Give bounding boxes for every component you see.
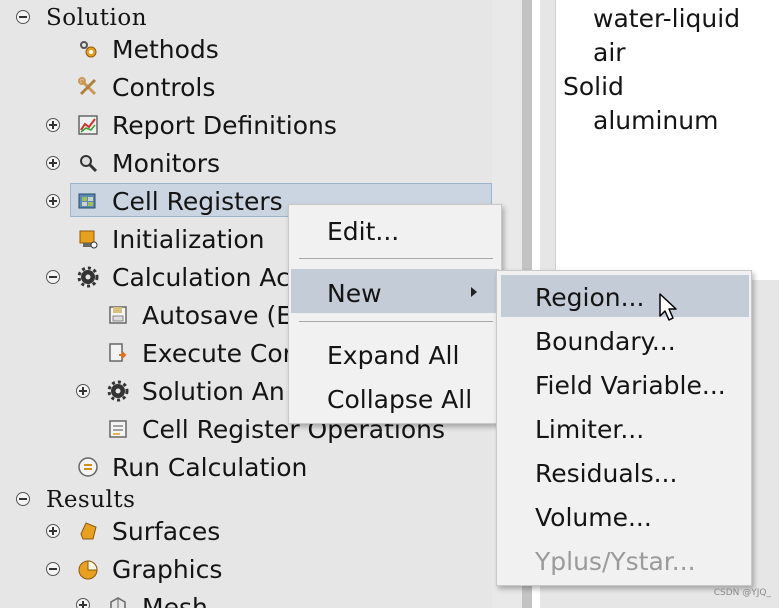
collapse-results-toggle[interactable] [16,492,30,506]
collapse-calculation-activities-toggle[interactable] [46,270,60,284]
tree-item-label: Cell Registers [112,186,283,216]
tree-item-autosave[interactable]: Autosave (E [142,298,292,332]
menu-separator [299,321,493,322]
tree-item-label: Methods [112,34,219,64]
tree-item-label: Execute Cor [142,338,293,368]
cell-registers-icon [78,193,96,209]
tree-item-label: Results [46,487,136,513]
list-item[interactable]: air [593,38,626,67]
tree-item-methods[interactable]: Methods [112,32,219,66]
tree-item-label: Surfaces [112,516,221,546]
run-calculation-icon [78,457,98,477]
tree-item-calculation-activities[interactable]: Calculation Ac [112,260,290,294]
execute-commands-icon [109,343,127,362]
collapse-graphics-toggle[interactable] [46,562,60,576]
tree-item-label: Solution An [142,376,285,406]
context-menu: Edit... New Expand All Collapse All [288,204,502,424]
tree-item-monitors[interactable]: Monitors [112,146,220,180]
tree-item-report-definitions[interactable]: Report Definitions [112,108,337,142]
tree-item-graphics[interactable]: Graphics [112,552,222,586]
submenu-item-volume[interactable]: Volume... [535,503,652,532]
expand-solution-animations-toggle[interactable] [76,384,90,398]
list-item[interactable]: Solid [563,72,624,101]
menu-item-collapse-all[interactable]: Collapse All [327,385,472,414]
floppy-disk-icon [109,306,127,324]
tree-item-results[interactable]: Results [46,483,135,517]
expand-monitors-toggle[interactable] [46,156,60,170]
report-definitions-icon [78,115,98,135]
initialization-icon [79,230,98,249]
list-item[interactable]: water-liquid [593,4,740,33]
submenu-item-field-variable[interactable]: Field Variable... [535,371,726,400]
menu-item-edit[interactable]: Edit... [327,217,399,246]
menu-separator [299,258,493,259]
submenu-item-limiter[interactable]: Limiter... [535,415,644,444]
gear-icon [77,266,99,288]
menu-item-new-highlight [291,269,499,313]
watermark: CSDN @YJQ_ [713,588,771,598]
tree-item-cell-registers[interactable]: Cell Registers [112,184,283,218]
tree-item-label: Initialization [112,224,265,254]
submenu-item-region[interactable]: Region... [535,283,644,312]
tree-item-label: Solution [46,5,148,31]
expand-surfaces-toggle[interactable] [46,524,60,538]
tree-item-label: Graphics [112,554,223,584]
tree-item-label: Calculation Ac [112,262,290,292]
tree-item-label: Controls [112,72,216,102]
tree-item-solution-animations[interactable]: Solution An [142,374,285,408]
mouse-cursor-icon [659,293,677,321]
materials-list[interactable]: water-liquid air Solid aluminum [555,0,779,280]
collapse-solution-toggle[interactable] [16,10,30,24]
menu-item-new[interactable]: New [327,279,382,308]
tree-item-run-calculation[interactable]: Run Calculation [112,450,307,484]
magnifier-icon [80,155,98,173]
tree-item-solution[interactable]: Solution [46,1,147,35]
new-submenu: Region... Boundary... Field Variable... … [496,270,752,586]
controls-icon [78,77,97,96]
submenu-arrow-icon [471,287,477,297]
tree-item-initialization[interactable]: Initialization [112,222,264,256]
tree-item-label: Report Definitions [112,110,337,140]
menu-item-expand-all[interactable]: Expand All [327,341,459,370]
tree-item-label: Autosave (E [142,300,293,330]
tree-item-execute-commands[interactable]: Execute Cor [142,336,293,370]
tree-item-surfaces[interactable]: Surfaces [112,514,220,548]
tree-item-label: Run Calculation [112,452,308,482]
pie-chart-icon [78,560,98,580]
submenu-item-boundary[interactable]: Boundary... [535,327,676,356]
expand-mesh-toggle[interactable] [76,598,90,608]
methods-icon [80,41,97,58]
submenu-item-yplus-ystar: Yplus/Ystar... [535,547,696,576]
tree-item-label: Mesh [142,592,208,608]
tree-item-controls[interactable]: Controls [112,70,215,104]
surfaces-icon [80,522,97,540]
expand-cell-registers-toggle[interactable] [46,194,60,208]
expand-report-definitions-toggle[interactable] [46,118,60,132]
mesh-icon [110,597,126,608]
tree-item-label: Monitors [112,148,221,178]
cell-register-operations-icon [109,420,127,438]
tree-item-mesh[interactable]: Mesh [142,590,208,608]
submenu-item-residuals[interactable]: Residuals... [535,459,677,488]
gear-icon [107,380,129,402]
list-item[interactable]: aluminum [593,106,718,135]
